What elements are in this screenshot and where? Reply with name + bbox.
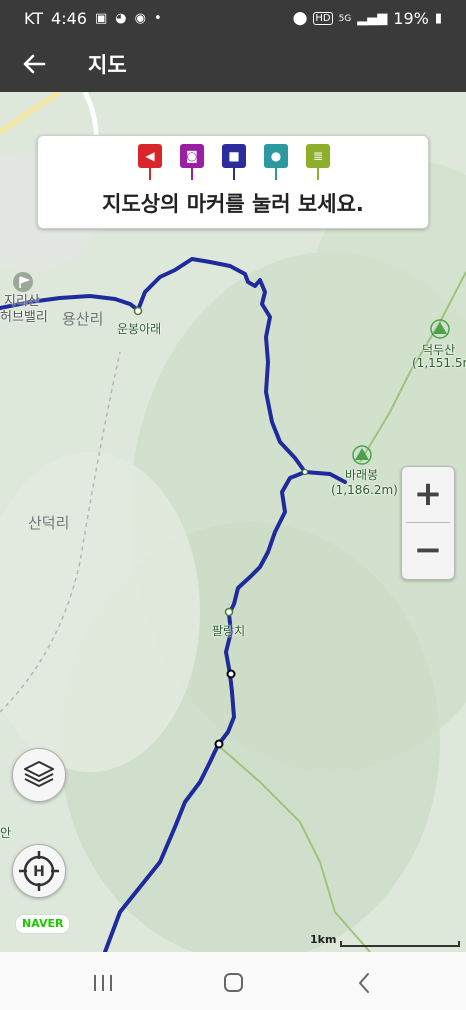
video-icon: ■ (222, 144, 246, 168)
page-title: 지도 (88, 53, 127, 77)
time-label: 4:46 (51, 9, 87, 28)
scale-label: 1km (310, 933, 337, 946)
label-baraebong-elev: (1,186.2m) (331, 483, 398, 497)
label-baraebong: 바래봉 (345, 468, 379, 482)
system-back-button[interactable] (344, 968, 384, 998)
camera-icon: ◙ (180, 144, 204, 168)
back-icon (359, 973, 369, 993)
zoom-control: + − (401, 466, 455, 580)
system-nav-bar (0, 952, 466, 1010)
photo-marker: ◙ (180, 144, 204, 180)
battery-icon: ▮ (434, 11, 442, 26)
app-bar: 지도 (0, 36, 466, 92)
back-button[interactable] (20, 50, 48, 78)
note-icon: ≣ (306, 144, 330, 168)
audio-marker: ● (264, 144, 288, 180)
label-yongsanri: 용산리 (62, 310, 104, 328)
banner-message: 지도상의 마커를 눌러 보세요. (102, 192, 364, 216)
label-unbong: 운봉아래 (117, 322, 162, 336)
dot-icon: • (153, 11, 162, 26)
layers-button[interactable] (12, 748, 66, 802)
sync-icon: ◉ (134, 11, 146, 26)
label-palrangchi: 팔랑치 (212, 624, 246, 638)
naver-logo: NAVER (15, 914, 71, 934)
label-herbvalley: 허브밸리 (0, 310, 48, 325)
video-marker: ■ (222, 144, 246, 180)
arrow-left-icon (23, 54, 46, 74)
chat-icon: ◕ (115, 11, 127, 26)
hiking-locate-icon: H (19, 851, 59, 891)
flag-marker: ◀ (138, 144, 162, 180)
scale-bar: 1km (310, 933, 460, 951)
zoom-out-button[interactable]: − (402, 523, 454, 578)
location-icon: ⬤ (292, 11, 308, 26)
label-sandeokri: 산덕리 (28, 514, 70, 532)
hd-icon: HD (313, 12, 333, 25)
marker-info-banner: ◀ ◙ ■ ● ≣ 지도상의 마커를 눌러 보세요. (37, 135, 429, 229)
microphone-icon: ● (264, 144, 288, 168)
signal-icon: ▂▄▆ (357, 11, 388, 26)
label-deokdusan-elev: (1,151.5m (412, 356, 466, 370)
marker-legend: ◀ ◙ ■ ● ≣ (138, 144, 330, 180)
carrier-label: KT (24, 9, 44, 28)
home-icon (224, 973, 243, 992)
recent-apps-icon (94, 975, 112, 991)
status-bar: KT 4:46 ▣ ◕ ◉ • ⬤ HD 5G ▂▄▆ 19% ▮ (0, 0, 466, 36)
zoom-in-button[interactable]: + (402, 467, 454, 522)
gallery-icon: ▣ (94, 11, 108, 26)
label-edge: 안 (0, 826, 12, 840)
5g-icon: 5G (338, 13, 352, 24)
battery-label: 19% (393, 9, 429, 28)
note-marker: ≣ (306, 144, 330, 180)
home-button[interactable] (213, 968, 253, 998)
locate-button[interactable]: H (12, 844, 66, 898)
flag-icon: ◀ (138, 144, 162, 168)
svg-text:H: H (33, 864, 45, 880)
layers-icon (24, 761, 54, 787)
recent-apps-button[interactable] (83, 968, 123, 998)
